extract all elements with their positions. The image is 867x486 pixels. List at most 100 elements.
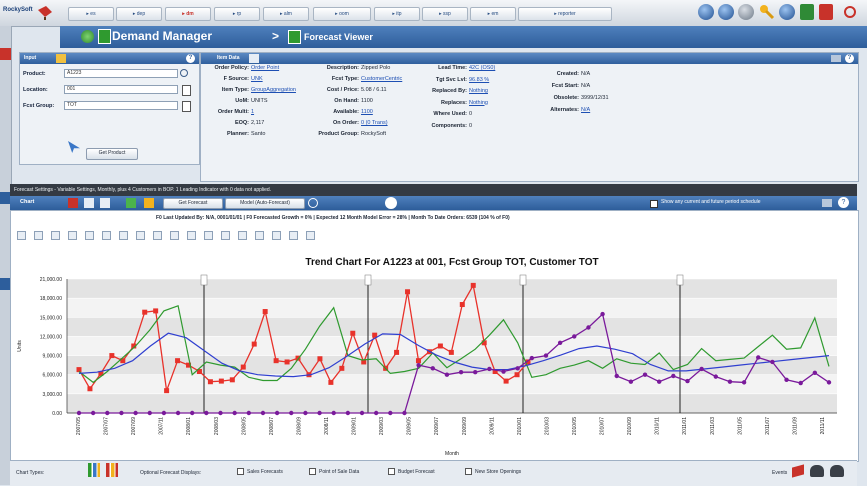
line-toggle-icon[interactable] bbox=[85, 231, 94, 240]
sales-forecasts-option[interactable]: Sales Forecasts bbox=[232, 468, 283, 475]
item-minimize-icon[interactable] bbox=[831, 55, 841, 62]
purple-series-point bbox=[289, 410, 294, 416]
item-row-value[interactable]: 0 (0 Trans) bbox=[361, 120, 388, 126]
item-row: UoM: UNITS bbox=[203, 98, 267, 104]
copy-icon[interactable] bbox=[153, 231, 162, 240]
show-schedule-checkbox[interactable] bbox=[650, 200, 658, 208]
move-icon[interactable] bbox=[187, 231, 196, 240]
forecast-settings-bar[interactable]: Forecast Settings - Variable Settings, M… bbox=[10, 184, 857, 196]
home-icon[interactable] bbox=[698, 4, 714, 20]
key-icon[interactable] bbox=[759, 4, 775, 20]
line-chart-type-icon[interactable] bbox=[88, 463, 100, 477]
location-field[interactable]: 001 bbox=[64, 85, 178, 94]
item-toggle-icon[interactable] bbox=[249, 54, 259, 63]
location-lookup-icon[interactable] bbox=[182, 85, 191, 96]
input-panel: Input ? Product: A1223 Location: 001 Fcs… bbox=[19, 52, 200, 165]
chart-minimize-icon[interactable] bbox=[822, 199, 832, 207]
product-field[interactable]: A1223 bbox=[64, 69, 178, 78]
undo-icon[interactable] bbox=[204, 231, 213, 240]
item-row: Obsolete: 3999/12/31 bbox=[531, 95, 609, 101]
item-row-value[interactable]: 1100 bbox=[361, 109, 373, 115]
nav-es[interactable]: ▸ es bbox=[68, 7, 114, 21]
calendar-icon[interactable] bbox=[144, 198, 154, 208]
bar-toggle-icon[interactable] bbox=[68, 231, 77, 240]
line-view-icon[interactable] bbox=[100, 198, 110, 208]
nav-dep[interactable]: ▸ dep bbox=[116, 7, 162, 21]
nav-em[interactable]: ▸ em bbox=[470, 7, 516, 21]
refresh-icon[interactable] bbox=[81, 30, 94, 43]
chart-search-icon[interactable] bbox=[308, 198, 318, 208]
logout-icon[interactable] bbox=[819, 4, 833, 20]
event-truck-icon[interactable] bbox=[810, 465, 824, 477]
chart-help-icon[interactable]: ? bbox=[838, 197, 849, 208]
item-row-value[interactable]: UNK bbox=[251, 76, 263, 82]
budget-forecast-option[interactable]: Budget Forecast bbox=[383, 468, 435, 475]
side-tab-top[interactable] bbox=[0, 48, 11, 60]
nav-ssp[interactable]: ▸ ssp bbox=[422, 7, 468, 21]
settings-icon[interactable] bbox=[738, 4, 754, 20]
zoom-in-icon[interactable] bbox=[17, 231, 26, 240]
point-of-sale-checkbox[interactable] bbox=[309, 468, 316, 475]
info-icon[interactable] bbox=[779, 4, 795, 20]
item-row-value[interactable]: Order Point bbox=[251, 65, 279, 71]
event-flag-icon[interactable] bbox=[792, 464, 804, 478]
get-forecast-select[interactable]: Get Forecast bbox=[163, 198, 223, 209]
nav-rp[interactable]: ▸ rp bbox=[214, 7, 260, 21]
nav-dm[interactable]: ▸ dm bbox=[165, 7, 211, 21]
item-row-value[interactable]: CustomerCentric bbox=[361, 76, 402, 82]
edit-icon[interactable] bbox=[56, 54, 66, 63]
item-row-value[interactable]: N/A bbox=[581, 107, 590, 113]
redo-icon[interactable] bbox=[221, 231, 230, 240]
bar-view-icon[interactable] bbox=[84, 198, 94, 208]
chart-props-icon[interactable] bbox=[238, 231, 247, 240]
item-row-value[interactable]: GroupAggregation bbox=[251, 87, 296, 93]
item-row-value[interactable]: 42C (OS0) bbox=[469, 65, 495, 71]
exit-icon[interactable] bbox=[800, 4, 814, 20]
nav-itp[interactable]: ▸ itp bbox=[374, 7, 420, 21]
input-help-icon[interactable]: ? bbox=[186, 54, 195, 63]
excel-export-icon[interactable] bbox=[68, 198, 78, 208]
print-icon[interactable] bbox=[51, 231, 60, 240]
new-store-option[interactable]: New Store Openings bbox=[460, 468, 521, 475]
point-of-sale-option[interactable]: Point of Sale Data bbox=[304, 468, 359, 475]
budget-forecast-checkbox[interactable] bbox=[388, 468, 395, 475]
module-title[interactable]: Demand Manager bbox=[112, 29, 212, 43]
item-row-value[interactable]: 1 bbox=[251, 109, 254, 115]
item-help-icon[interactable]: ? bbox=[845, 54, 854, 63]
grid-icon[interactable] bbox=[272, 231, 281, 240]
event-truck-2-icon[interactable] bbox=[830, 465, 844, 477]
green-arrow-icon[interactable] bbox=[126, 198, 136, 208]
item-row-value[interactable]: Nothing bbox=[469, 100, 488, 106]
bar-chart-type-icon[interactable] bbox=[106, 463, 118, 477]
paste-icon[interactable] bbox=[170, 231, 179, 240]
pointer-tool-icon[interactable] bbox=[102, 231, 111, 240]
item-row: Created: N/A bbox=[531, 71, 590, 77]
power-icon[interactable] bbox=[844, 6, 856, 18]
purple-series-point bbox=[133, 410, 138, 416]
item-data-panel: Item Data ? Order Policy: Order Point F So… bbox=[200, 52, 859, 182]
sales-forecasts-checkbox[interactable] bbox=[237, 468, 244, 475]
product-search-icon[interactable] bbox=[180, 69, 188, 77]
item-row-value[interactable]: 96.83 % bbox=[469, 77, 489, 83]
fcst-group-lookup-icon[interactable] bbox=[182, 101, 191, 112]
edit-tool-icon[interactable] bbox=[119, 231, 128, 240]
help-icon[interactable] bbox=[718, 4, 734, 20]
nav-oom[interactable]: ▸ oom bbox=[313, 7, 371, 21]
purple-series-point bbox=[543, 353, 549, 358]
model-select[interactable]: Model (Auto-Forecast) bbox=[225, 198, 305, 209]
get-product-button[interactable]: Get Product bbox=[86, 148, 138, 160]
close-tool-icon[interactable] bbox=[306, 231, 315, 240]
table-icon[interactable] bbox=[136, 231, 145, 240]
legend-icon[interactable] bbox=[255, 231, 264, 240]
nav-alm[interactable]: ▸ alm bbox=[263, 7, 309, 21]
scale-icon[interactable] bbox=[289, 231, 298, 240]
new-store-checkbox[interactable] bbox=[465, 468, 472, 475]
fcst-group-field[interactable]: TOT bbox=[64, 101, 178, 110]
nav-reporter[interactable]: ▸ reporter bbox=[518, 7, 612, 21]
red-series-point bbox=[153, 308, 159, 314]
item-row-value[interactable]: Nothing bbox=[469, 88, 488, 94]
x-tick-label: 2008/07 bbox=[269, 417, 275, 435]
red-series-point bbox=[328, 379, 334, 385]
zoom-out-icon[interactable] bbox=[34, 231, 43, 240]
chart-refresh-icon[interactable] bbox=[385, 197, 397, 209]
